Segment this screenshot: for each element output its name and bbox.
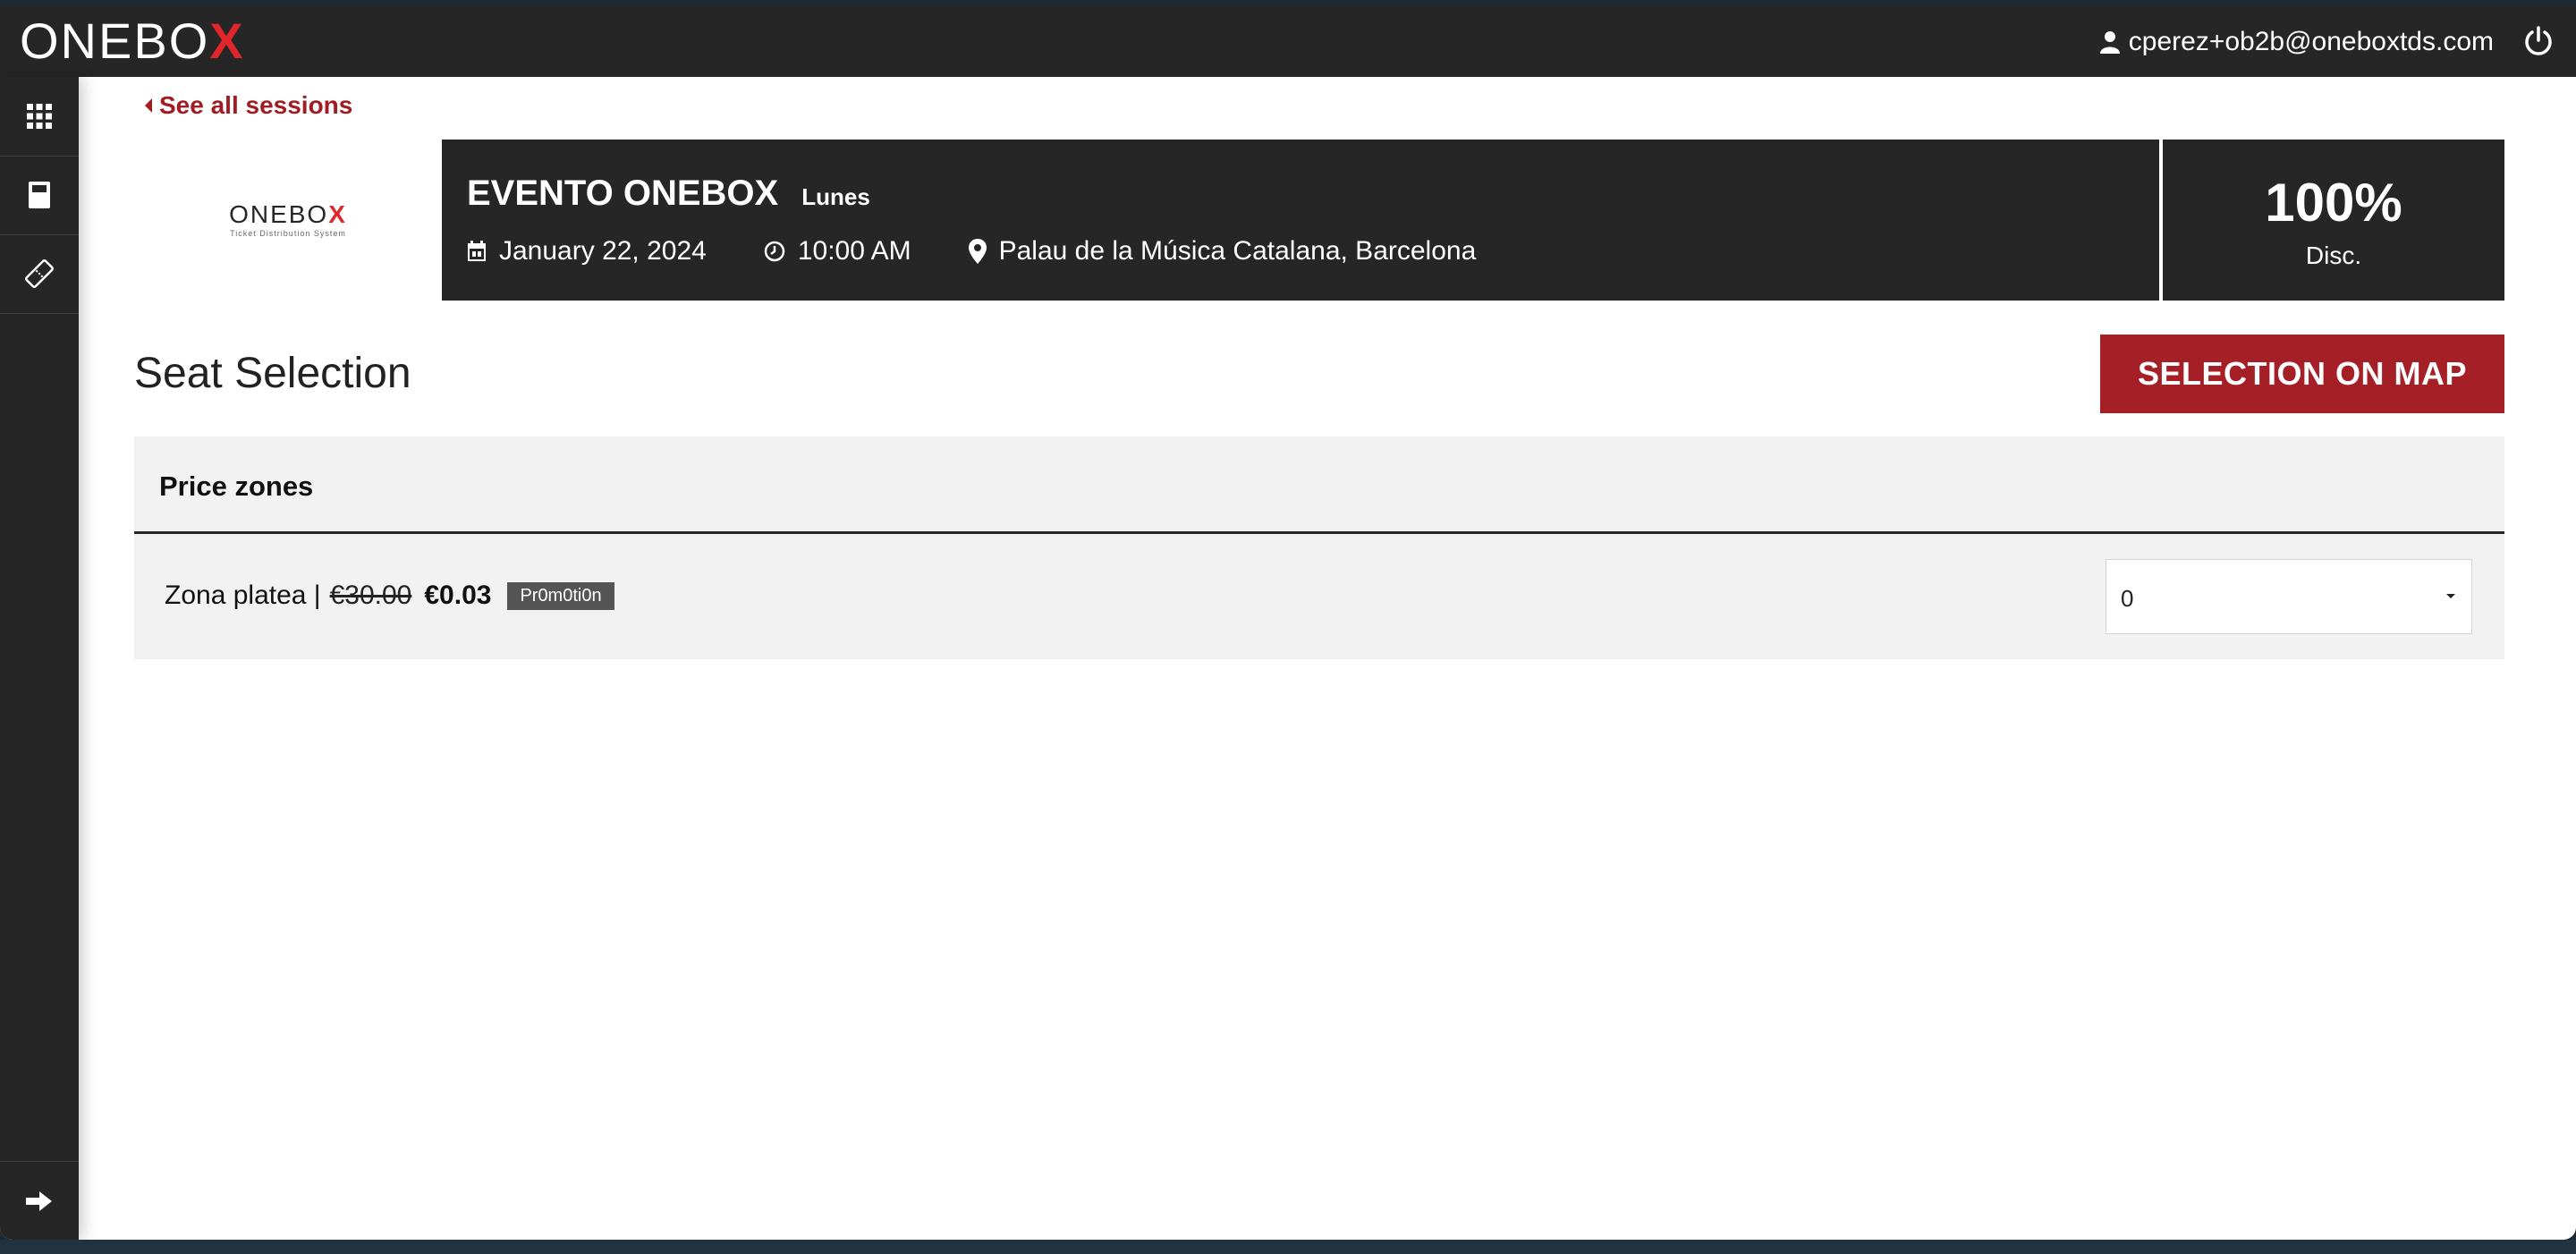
sidebar-expand-button[interactable] [0, 1161, 79, 1240]
discount-box: 100% Disc. [2163, 140, 2504, 301]
onebox-logo[interactable]: ONEBOX [20, 16, 245, 66]
chevron-left-icon [145, 98, 152, 113]
ticket-icon [25, 259, 54, 288]
event-logo-text: ONEBO [229, 200, 329, 228]
price-zones-header: Price zones [134, 436, 2504, 534]
event-subtitle: Lunes [801, 183, 870, 210]
arrow-right-icon [26, 1191, 52, 1211]
discount-value: 100% [2265, 173, 2402, 233]
promotion-badge: Pr0m0ti0n [507, 581, 614, 610]
sidebar-item-calculator[interactable] [0, 156, 79, 235]
top-bar: ONEBOX cperez+ob2b@oneboxtds.com [0, 5, 2576, 77]
event-title: EVENTO ONEBOX [467, 174, 779, 213]
sidebar [0, 77, 79, 1240]
event-meta: January 22, 2024 10:00 AM Palau de la Mú… [467, 236, 1533, 267]
user-icon [2099, 31, 2120, 54]
event-info: EVENTO ONEBOX Lunes January 22, 2024 10:… [442, 140, 2159, 301]
quantity-select[interactable]: 0 [2106, 559, 2472, 634]
zone-name: Zona platea | [165, 580, 321, 610]
zone-new-price: €0.03 [424, 580, 492, 610]
event-card: ONEBOX Ticket Distribution System EVENTO… [134, 140, 2504, 301]
quantity-value: 0 [2121, 585, 2134, 612]
event-logo-x: X [328, 200, 347, 228]
user-account[interactable]: cperez+ob2b@oneboxtds.com [2099, 27, 2494, 57]
event-date: January 22, 2024 [467, 236, 707, 267]
see-all-sessions-link[interactable]: See all sessions [143, 91, 352, 120]
clock-icon [764, 241, 785, 262]
zone-old-price: €30.00 [329, 580, 412, 610]
calculator-icon [29, 182, 50, 208]
back-link-label: See all sessions [159, 91, 353, 119]
event-time-text: 10:00 AM [797, 236, 911, 266]
sidebar-item-apps[interactable] [0, 77, 79, 157]
logo-x: X [209, 13, 245, 69]
sidebar-item-tickets[interactable] [0, 234, 79, 314]
user-email: cperez+ob2b@oneboxtds.com [2128, 27, 2494, 56]
power-icon[interactable] [2522, 25, 2555, 57]
logo-text: ONEBO [20, 13, 210, 69]
event-date-text: January 22, 2024 [499, 236, 707, 266]
grid-icon [27, 104, 52, 129]
selection-on-map-button[interactable]: SELECTION ON MAP [2100, 335, 2504, 413]
event-venue-text: Palau de la Música Catalana, Barcelona [998, 236, 1477, 266]
location-pin-icon [968, 239, 987, 264]
app-window: ONEBOX cperez+ob2b@oneboxtds.com See all… [0, 5, 2576, 1240]
price-zone-row: Zona platea | €30.00 €0.03 Pr0m0ti0n 0 [134, 534, 2504, 659]
calendar-icon [468, 241, 486, 261]
desktop-background-strip [0, 1240, 2576, 1254]
price-zone-label: Zona platea | €30.00 €0.03 Pr0m0ti0n [165, 580, 614, 611]
event-logo: ONEBOX Ticket Distribution System [134, 140, 442, 301]
event-venue: Palau de la Música Catalana, Barcelona [968, 236, 1477, 267]
discount-label: Disc. [2305, 241, 2362, 269]
event-logo-wordmark: ONEBOX [229, 202, 347, 227]
event-logo-tagline: Ticket Distribution System [230, 229, 346, 238]
caret-down-icon [2446, 594, 2455, 598]
page-title: Seat Selection [134, 350, 411, 397]
event-time: 10:00 AM [764, 236, 911, 267]
event-title-row: EVENTO ONEBOX Lunes [467, 174, 870, 214]
price-zones-title: Price zones [159, 470, 314, 502]
